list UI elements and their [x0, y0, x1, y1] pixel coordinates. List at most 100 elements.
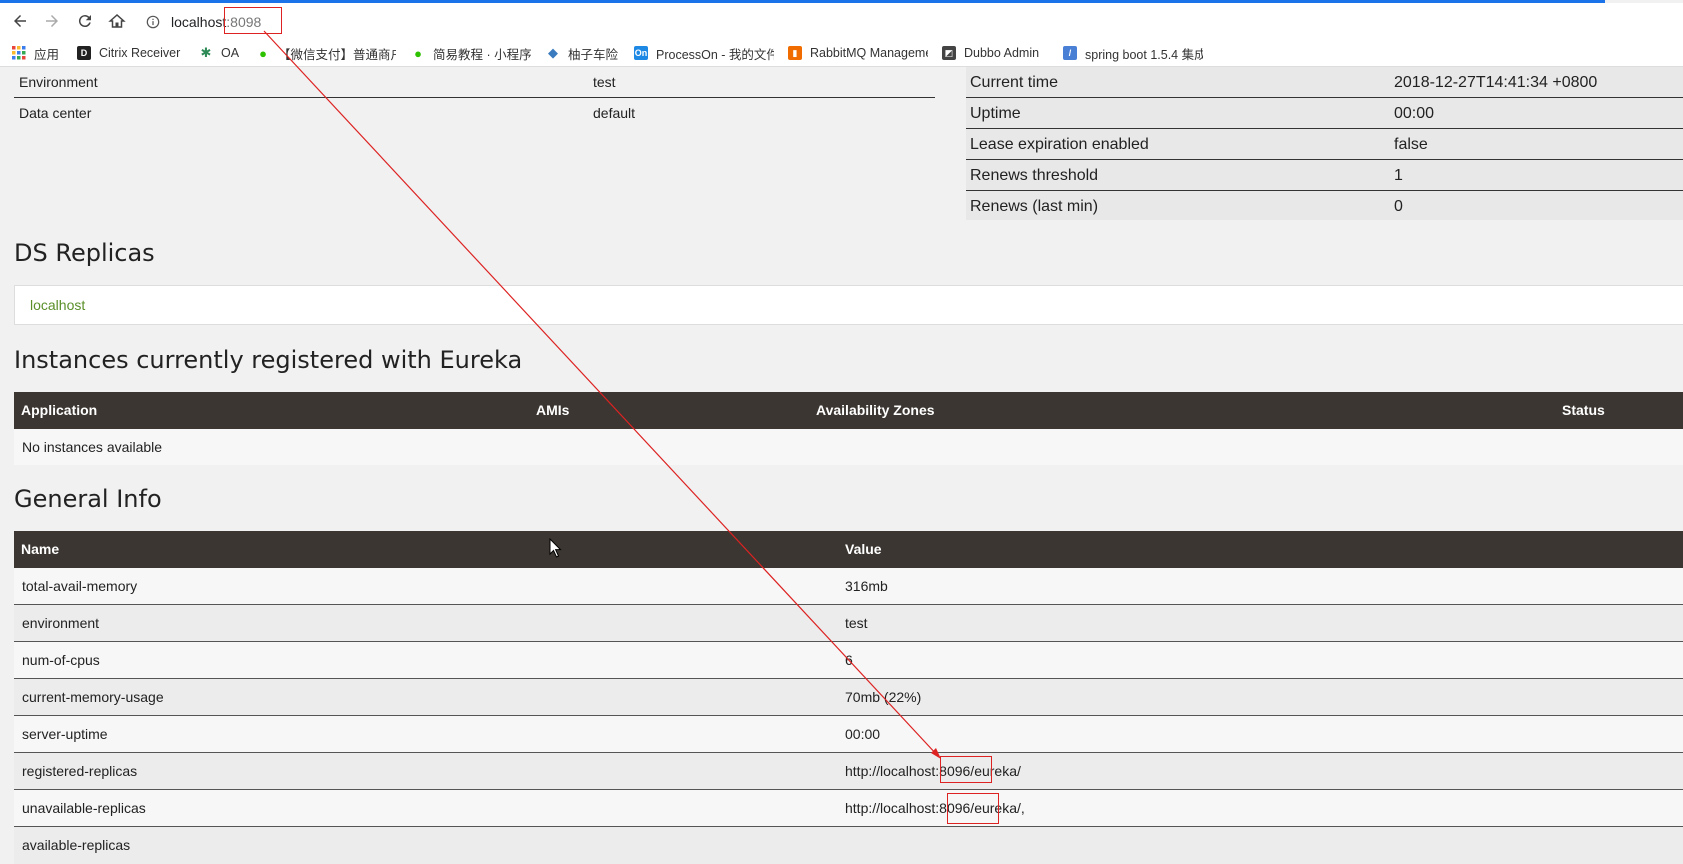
- oa-gear-icon: ✱: [200, 45, 212, 60]
- info-name: num-of-cpus: [22, 652, 100, 668]
- bookmark-label: 应用: [34, 47, 60, 62]
- column-header[interactable]: Name: [21, 541, 59, 557]
- reload-icon[interactable]: [74, 10, 96, 32]
- table-row: No instances available: [14, 429, 1683, 465]
- bookmark-item[interactable]: ✱ OA: [199, 44, 247, 62]
- eureka-dashboard: Environment test Data center default Cur…: [0, 7, 1683, 864]
- table-row: Environment test: [14, 67, 935, 98]
- bookmark-item[interactable]: / spring boot 1.5.4 集成: [1063, 44, 1203, 62]
- table-row: registered-replicas http://localhost:8096…: [14, 753, 1683, 790]
- citrix-icon: D: [77, 46, 91, 60]
- table-row: total-avail-memory 316mb: [14, 568, 1683, 605]
- status-value: 0: [1394, 198, 1403, 215]
- rabbitmq-icon: ▮: [788, 46, 802, 60]
- bookmark-item[interactable]: ◩ Dubbo Admin: [942, 44, 1052, 62]
- instances-table-header: Application AMIs Availability Zones Stat…: [14, 392, 1683, 429]
- status-name: Renews (last min): [970, 198, 1099, 215]
- info-value: 316mb: [845, 578, 888, 594]
- info-name: total-avail-memory: [22, 578, 138, 594]
- table-row: current-memory-usage 70mb (22%): [14, 679, 1683, 716]
- bookmark-item[interactable]: ● 简易教程 · 小程序: [411, 44, 536, 62]
- bookmark-label: ProcessOn - 我的文件: [656, 47, 774, 62]
- column-header[interactable]: AMIs: [536, 402, 569, 418]
- bookmark-label: Dubbo Admin: [964, 46, 1040, 60]
- ds-replicas-heading: DS Replicas: [14, 239, 155, 267]
- info-icon[interactable]: [146, 15, 160, 29]
- table-row: available-replicas: [14, 827, 1683, 864]
- home-icon[interactable]: [106, 10, 128, 32]
- apps-grid-icon: [12, 46, 26, 60]
- table-row: Uptime 00:00: [966, 98, 1683, 129]
- bookmark-label: Citrix Receiver: [99, 46, 181, 60]
- table-row: server-uptime 00:00: [14, 716, 1683, 753]
- table-row: Renews (last min) 0: [966, 191, 1683, 222]
- forward-arrow-icon[interactable]: [41, 10, 63, 32]
- bookmark-item[interactable]: 应用: [12, 44, 72, 62]
- bookmark-item[interactable]: ◆ 柚子车险: [546, 44, 628, 62]
- system-status-right-table: Current time 2018-12-27T14:41:34 +0800 U…: [966, 67, 1683, 220]
- table-row: unavailable-replicas http://localhost:809…: [14, 790, 1683, 827]
- bookmark-label: 简易教程 · 小程序: [433, 47, 532, 62]
- status-value: 00:00: [1394, 105, 1435, 122]
- bookmark-label: OA: [221, 46, 240, 60]
- general-info-table-header: Name Value: [14, 531, 1683, 568]
- annotation-highlight-box: [940, 756, 992, 783]
- bookmark-label: 【微信支付】普通商户: [278, 47, 396, 62]
- url-host: localhost: [171, 13, 227, 30]
- empty-message: No instances available: [22, 439, 163, 455]
- status-name: Data center: [19, 105, 92, 121]
- ds-replicas-list: localhost: [14, 285, 1683, 325]
- table-row: Current time 2018-12-27T14:41:34 +0800: [966, 67, 1683, 98]
- bookmark-item[interactable]: D Citrix Receiver: [77, 44, 189, 62]
- bookmark-label: RabbitMQ Management: [810, 46, 928, 60]
- info-name: registered-replicas: [22, 763, 138, 779]
- status-value: test: [593, 74, 616, 90]
- mouse-cursor-icon: [549, 538, 562, 558]
- annotation-highlight-box: [224, 7, 282, 34]
- info-name: server-uptime: [22, 726, 108, 742]
- table-row: num-of-cpus 6: [14, 642, 1683, 679]
- info-value: test: [845, 615, 868, 631]
- info-value: 70mb (22%): [845, 689, 922, 705]
- info-name: environment: [22, 615, 100, 631]
- status-name: Current time: [970, 74, 1059, 91]
- bookmark-item[interactable]: On ProcessOn - 我的文件: [634, 44, 774, 62]
- column-header[interactable]: Status: [1562, 402, 1605, 418]
- bookmark-label: spring boot 1.5.4 集成: [1085, 47, 1203, 62]
- bookmarks-bar: 应用 D Citrix Receiver ✱ OA ● 【微信支付】普通商户 ● 简易教程 · …: [0, 39, 1683, 67]
- info-name: available-replicas: [22, 837, 131, 853]
- annotation-highlight-box: [947, 793, 999, 824]
- info-value: 00:00: [845, 726, 881, 742]
- info-name: current-memory-usage: [22, 689, 164, 705]
- bookmark-doc-icon: /: [1063, 46, 1077, 60]
- column-header[interactable]: Value: [845, 541, 882, 557]
- diamond-icon: ◆: [548, 45, 558, 60]
- general-info-heading: General Info: [14, 485, 162, 513]
- status-value: 1: [1394, 167, 1403, 184]
- status-name: Uptime: [970, 105, 1021, 122]
- dubbo-icon: ◩: [942, 46, 956, 60]
- status-value: false: [1394, 136, 1428, 153]
- status-name: Lease expiration enabled: [970, 136, 1149, 153]
- column-header[interactable]: Availability Zones: [816, 402, 935, 418]
- status-value: 2018-12-27T14:41:34 +0800: [1394, 74, 1598, 91]
- column-header[interactable]: Application: [21, 402, 97, 418]
- bookmark-label: 柚子车险: [568, 47, 619, 62]
- table-row: Lease expiration enabled false: [966, 129, 1683, 160]
- table-row: Renews threshold 1: [966, 160, 1683, 191]
- table-row: environment test: [14, 605, 1683, 642]
- back-arrow-icon[interactable]: [9, 10, 31, 32]
- status-name: Renews threshold: [970, 167, 1099, 184]
- replica-link[interactable]: localhost: [30, 297, 85, 313]
- info-value: http://localhost:8096/eureka/: [845, 763, 1021, 779]
- info-name: unavailable-replicas: [22, 800, 146, 816]
- status-name: Environment: [19, 74, 98, 90]
- bookmark-item[interactable]: ● 【微信支付】普通商户: [256, 44, 396, 62]
- status-value: default: [593, 105, 636, 121]
- info-value: 6: [845, 652, 853, 668]
- processon-icon: On: [634, 46, 648, 60]
- bookmark-item[interactable]: ▮ RabbitMQ Management: [788, 44, 928, 62]
- table-row: Data center default: [14, 98, 935, 129]
- instances-heading: Instances currently registered with Eure…: [14, 346, 523, 374]
- wechat-icon: ●: [414, 45, 422, 61]
